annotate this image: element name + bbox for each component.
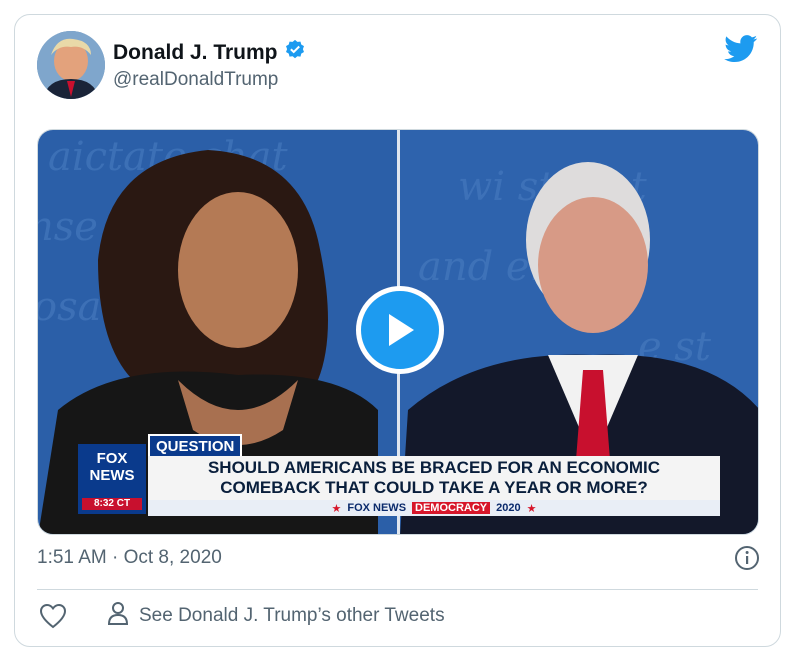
verified-icon <box>284 39 306 67</box>
banner-network: FOX NEWS <box>347 502 407 514</box>
svg-text:osa: osa <box>38 284 101 330</box>
author-name-label: Donald J. Trump <box>113 41 278 64</box>
info-icon[interactable] <box>734 545 760 576</box>
banner-year: 2020 <box>496 502 521 514</box>
question-line-1: SHOULD AMERICANS BE BRACED FOR AN ECONOM… <box>207 458 661 477</box>
democracy-banner: ★ FOX NEWS DEMOCRACY 2020 ★ <box>148 500 720 516</box>
avatar[interactable] <box>37 31 105 99</box>
play-icon <box>389 314 414 346</box>
broadcast-clock: 8:32 CT <box>82 498 142 510</box>
author-handle[interactable]: @realDonaldTrump <box>113 69 278 91</box>
tweet-card: Donald J. Trump @realDonaldTrump aictate… <box>14 14 781 647</box>
star-icon: ★ <box>526 502 537 515</box>
question-line-2: COMEBACK THAT COULD TAKE A YEAR OR MORE? <box>220 478 648 497</box>
divider <box>37 589 758 590</box>
see-other-tweets-link[interactable]: See Donald J. Trump’s other Tweets <box>107 601 445 631</box>
network-logo: FOX NEWS 8:32 CT <box>78 444 146 514</box>
see-other-tweets-label: See Donald J. Trump’s other Tweets <box>139 605 445 626</box>
star-icon: ★ <box>331 502 342 515</box>
video-player[interactable]: aictate chat nse ses, osa wi state t and… <box>37 129 759 535</box>
banner-democracy: DEMOCRACY <box>412 502 491 514</box>
question-text: SHOULD AMERICANS BE BRACED FOR AN ECONOM… <box>148 456 720 500</box>
author-name[interactable]: Donald J. Trump <box>113 39 306 67</box>
network-logo-line1: FOX <box>96 450 128 467</box>
play-button[interactable] <box>356 286 444 374</box>
news-lower-third: FOX NEWS 8:32 CT QUESTION SHOULD AMERICA… <box>78 434 720 516</box>
twitter-bird-icon[interactable] <box>724 35 758 68</box>
person-icon <box>107 601 129 631</box>
tweet-timestamp[interactable]: 1:51 AM · Oct 8, 2020 <box>37 547 222 569</box>
heart-icon[interactable] <box>39 603 67 634</box>
network-logo-line2: NEWS <box>89 467 135 484</box>
